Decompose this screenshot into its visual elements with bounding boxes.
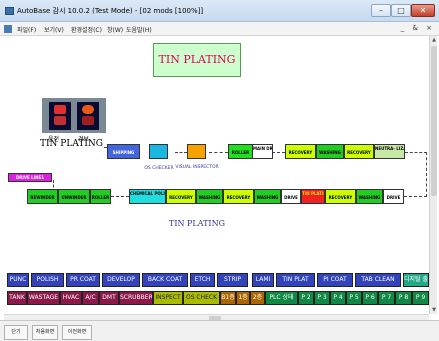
nav-button-floor-b1[interactable]: B1층 (220, 291, 236, 305)
connector-line (404, 196, 427, 197)
process-rewinder[interactable]: REWINDER (27, 189, 58, 204)
nav-button-wastage[interactable]: WASTAGE (27, 291, 60, 305)
menu-settings[interactable]: 환경설정(C) (71, 25, 102, 34)
nav-button-plc-status[interactable]: PLC 상태 (265, 291, 298, 305)
process-recovery[interactable]: RECOVERY (285, 144, 316, 159)
document-icon (4, 25, 12, 33)
process-recovery[interactable]: RECOVERY (166, 189, 196, 204)
line-caption: TIN PLATING (169, 219, 225, 228)
nav-button-tank[interactable]: TANK (7, 291, 27, 305)
nav-button-scrubber[interactable]: SCRUBBER (119, 291, 153, 305)
nav-button-os-check[interactable]: OS CHECK (183, 291, 220, 305)
process-drive[interactable]: DRIVE (383, 189, 404, 204)
process-tin-plating[interactable]: TIN PLATING (301, 189, 325, 204)
nav-button-etch[interactable]: ETCH (190, 273, 215, 287)
nav-button-p2[interactable]: P 2 (298, 291, 314, 305)
navigation-button-panel: PUNC POLISH PR COAT DEVELOP BACK COAT ET… (4, 265, 429, 314)
nav-button-dmt[interactable]: DMT (99, 291, 119, 305)
menu-view[interactable]: 보기(V) (44, 25, 64, 34)
alarm-signal-icon[interactable] (77, 102, 99, 130)
connector-line (426, 152, 427, 197)
nav-button-p6[interactable]: P 6 (362, 291, 378, 305)
nav-button-floor-2[interactable]: 2층 (250, 291, 265, 305)
menu-window[interactable]: 창(W) (107, 25, 123, 34)
process-neutralization[interactable]: NEUTRA- LIZATION (374, 144, 405, 159)
status-bar: 단기 처음화면 이전화면 (0, 320, 439, 341)
nav-button-back-coat[interactable]: BACK COAT (142, 273, 188, 287)
visual-inspector-caption: VISUAL INSPECTOR (175, 165, 219, 170)
nav-button-punc[interactable]: PUNC (7, 273, 29, 287)
nav-button-tab-clean[interactable]: TAB CLEAN (355, 273, 401, 287)
title-bar: AutoBase 감시 10.0.2 (Test Mode) - [02 mod… (0, 0, 439, 22)
nav-button-p9[interactable]: P 9 (412, 291, 429, 305)
process-unwinder[interactable]: UNWINDER (58, 189, 90, 204)
run-signal-icon[interactable] (49, 102, 71, 130)
nav-button-tin-plat[interactable]: TIN PLAT (276, 273, 315, 287)
scroll-thumb[interactable] (431, 46, 437, 196)
menu-help[interactable]: 도움말(H) (126, 25, 152, 34)
process-recovery[interactable]: RECOVERY (344, 144, 374, 159)
nav-button-inspect[interactable]: INSPECT (153, 291, 183, 305)
process-washing[interactable]: WASHING (356, 189, 383, 204)
line-label: TIN PLATING (40, 139, 103, 149)
scroll-down-icon[interactable]: ▼ (430, 306, 438, 314)
page-title: TIN PLATING (153, 43, 241, 77)
process-roller[interactable]: ROLLER (228, 144, 253, 159)
nav-button-polish[interactable]: POLISH (31, 273, 64, 287)
mdi-window-controls[interactable]: _ & × (401, 24, 435, 32)
process-chemical-polishing[interactable]: CHEMICAL POLISHING (129, 189, 166, 204)
visual-inspector-box[interactable] (187, 144, 206, 159)
nav-button-strip[interactable]: STRIP (217, 273, 248, 287)
maximize-button[interactable]: □ (391, 4, 411, 17)
process-roller[interactable]: ROLLER (90, 189, 111, 204)
tab-close[interactable]: 단기 (4, 325, 28, 340)
nav-button-p3[interactable]: P 3 (314, 291, 330, 305)
signal-panel (42, 98, 106, 133)
nav-button-pi-coat[interactable]: PI COAT (317, 273, 353, 287)
process-main-drive[interactable]: MAIN DRIVE (252, 144, 273, 159)
process-washing[interactable]: WASHING (196, 189, 223, 204)
app-window: AutoBase 감시 10.0.2 (Test Mode) - [02 mod… (0, 0, 439, 341)
tab-previous-screen[interactable]: 이전화면 (62, 325, 92, 340)
connector-line (209, 152, 228, 153)
process-shipping[interactable]: SHIPPING (107, 144, 140, 159)
minimize-button[interactable]: – (371, 4, 391, 17)
nav-button-lami[interactable]: LAMI (252, 273, 274, 287)
nav-button-p4[interactable]: P 4 (330, 291, 346, 305)
process-mimic-canvas: TIN PLATING 운전 경보 TIN PLATING SHIPPING O… (4, 36, 429, 265)
drive-line-indicator[interactable]: DRIVE LINE1 (8, 173, 52, 182)
connector-line (272, 152, 285, 153)
process-recovery[interactable]: RECOVERY (325, 189, 356, 204)
process-washing[interactable]: WASHING (316, 144, 344, 159)
scroll-up-icon[interactable]: ▲ (430, 36, 438, 44)
close-button[interactable]: ✕ (411, 4, 435, 17)
nav-button-pr-coat[interactable]: PR COAT (66, 273, 100, 287)
connector-line (175, 152, 187, 153)
menu-bar: 파일(F) 보기(V) 환경설정(C) 창(W) 도움말(H) _ & × (0, 22, 439, 36)
tab-home-screen[interactable]: 처음화면 (32, 325, 58, 340)
connector-line (111, 196, 129, 197)
nav-button-hvac[interactable]: HVAC (60, 291, 82, 305)
process-washing[interactable]: WASHING (254, 189, 281, 204)
os-checker-box[interactable] (149, 144, 168, 159)
connector-line (405, 152, 427, 153)
nav-button-develop[interactable]: DEVELOP (102, 273, 140, 287)
nav-button-p7[interactable]: P 7 (378, 291, 395, 305)
app-icon (5, 7, 14, 15)
menu-file[interactable]: 파일(F) (17, 25, 36, 34)
nav-button-p8[interactable]: P 8 (395, 291, 412, 305)
nav-button-p5[interactable]: P 5 (346, 291, 362, 305)
nav-button-floor-1[interactable]: 1층 (236, 291, 250, 305)
nav-button-digital-output[interactable]: 디지털 출력 (403, 273, 429, 287)
window-title: AutoBase 감시 10.0.2 (Test Mode) - [02 mod… (17, 7, 204, 15)
nav-button-ac[interactable]: A/C (82, 291, 99, 305)
process-recovery[interactable]: RECOVERY (223, 189, 254, 204)
vertical-scrollbar[interactable]: ▲ ▼ (429, 36, 437, 314)
process-drive[interactable]: DRIVE (281, 189, 301, 204)
